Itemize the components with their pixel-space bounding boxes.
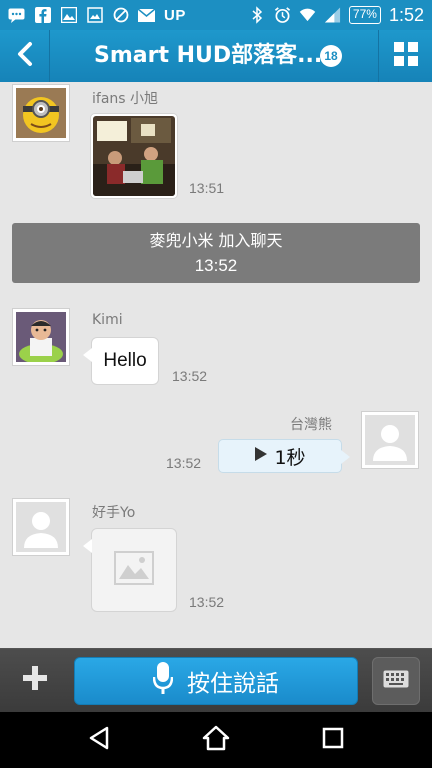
navigation-bar — [0, 712, 432, 768]
clock: 1:52 — [388, 4, 424, 25]
alarm-icon — [274, 7, 291, 24]
text-message[interactable]: Hello — [83, 337, 159, 385]
photo-thumbnail — [93, 116, 175, 196]
app-header: Smart HUD部落客... 18 — [0, 30, 432, 82]
minion-avatar-image — [16, 88, 66, 138]
nav-recents-button[interactable] — [313, 720, 353, 760]
kimi-avatar-image — [16, 312, 66, 364]
nav-home-button[interactable] — [196, 720, 236, 760]
back-button[interactable] — [0, 30, 50, 82]
hold-to-talk-button[interactable]: 按住說話 — [74, 657, 358, 705]
gallery-icon — [60, 7, 77, 24]
avatar[interactable] — [361, 411, 419, 469]
system-notice-text: 麥兜小米 加入聊天 — [149, 231, 283, 250]
avatar[interactable] — [12, 308, 70, 366]
talk-label: 按住說話 — [187, 671, 279, 697]
sender-name: Kimi — [92, 312, 123, 328]
home-icon — [202, 725, 230, 755]
system-notice: 麥兜小米 加入聊天 13:52 — [12, 223, 420, 283]
chat-screen: UP 77% 1:52 Smart HUD部落客... 18 ifans 小旭 … — [0, 0, 432, 768]
plus-icon — [22, 665, 48, 695]
message-time: 13:51 — [189, 180, 225, 196]
chat-notification-icon — [8, 7, 25, 24]
up-label: UP — [164, 6, 186, 24]
sender-name: 台灣熊 — [290, 417, 332, 433]
message-time: 13:52 — [166, 455, 202, 471]
microphone-icon — [152, 661, 174, 701]
image-placeholder-icon — [114, 551, 154, 589]
bluetooth-icon — [249, 6, 266, 24]
wifi-icon — [299, 7, 316, 24]
member-count-badge: 18 — [320, 45, 342, 67]
recents-icon — [322, 727, 344, 753]
message-time: 13:52 — [189, 594, 225, 610]
back-arrow-icon — [16, 41, 34, 71]
avatar[interactable] — [12, 498, 70, 556]
message-text: Hello — [103, 350, 147, 371]
mail-icon — [138, 7, 155, 24]
avatar[interactable] — [12, 84, 70, 142]
blocked-icon — [112, 7, 129, 24]
signal-icon — [324, 7, 341, 24]
play-icon — [254, 446, 268, 466]
input-bar: 按住說話 — [0, 648, 432, 712]
battery-indicator: 77% — [348, 6, 381, 24]
image-message[interactable] — [83, 528, 177, 612]
voice-message[interactable]: 1秒 — [218, 439, 350, 473]
facebook-icon — [34, 7, 51, 24]
nav-back-button[interactable] — [79, 720, 119, 760]
default-avatar-icon — [365, 415, 415, 465]
default-avatar-icon — [16, 502, 66, 552]
keyboard-icon — [383, 670, 409, 692]
menu-button[interactable] — [378, 30, 432, 82]
voice-duration: 1秒 — [274, 446, 306, 469]
message-time: 13:52 — [172, 368, 208, 384]
message-list[interactable]: ifans 小旭 13:51 麥兜小米 加入聊天 13:52 Kimi Hell… — [0, 82, 432, 648]
triangle-back-icon — [87, 726, 111, 754]
grid-icon — [393, 41, 419, 71]
system-notice-time: 13:52 — [194, 256, 238, 275]
attach-button[interactable] — [14, 661, 56, 699]
sender-name: 好手Yo — [92, 505, 136, 521]
status-bar: UP 77% 1:52 — [0, 0, 432, 30]
photo-icon — [86, 7, 103, 24]
page-title: Smart HUD部落客... — [94, 43, 323, 68]
image-message[interactable] — [90, 113, 178, 199]
keyboard-toggle-button[interactable] — [372, 657, 420, 705]
sender-name: ifans 小旭 — [92, 91, 159, 107]
